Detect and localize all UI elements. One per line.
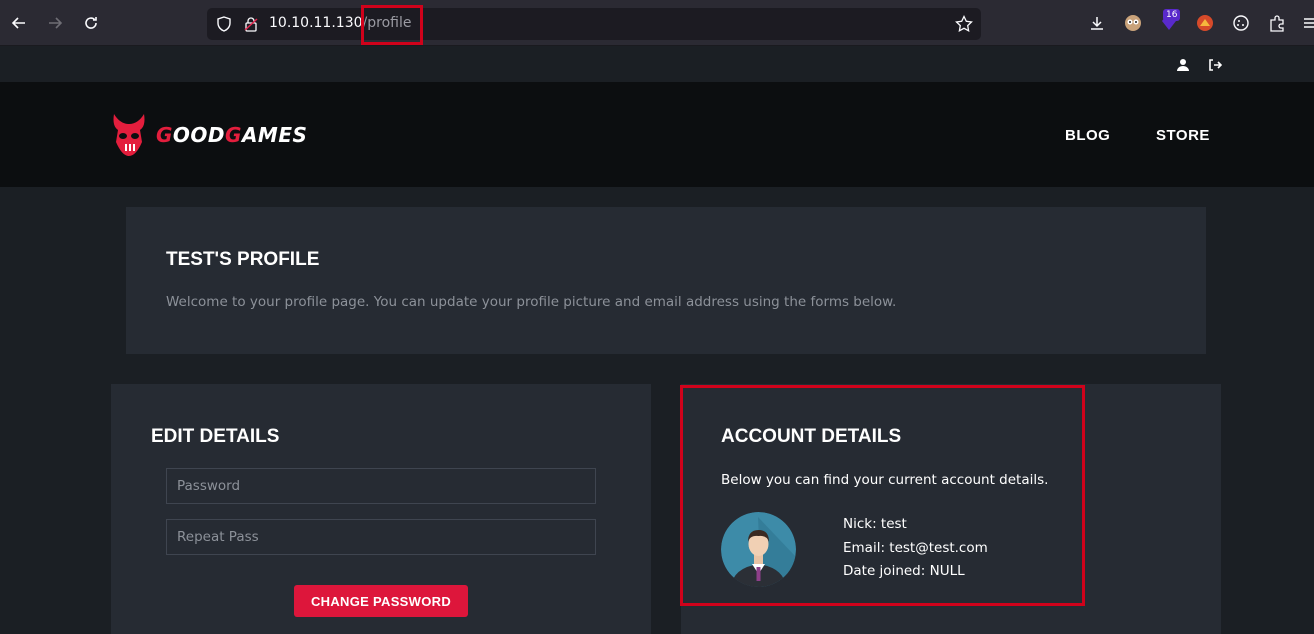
nav-store[interactable]: STORE: [1156, 127, 1210, 144]
repeat-password-field[interactable]: Repeat Pass: [166, 519, 596, 555]
extension-owl-icon[interactable]: [1123, 13, 1143, 33]
nav-blog[interactable]: BLOG: [1065, 127, 1110, 144]
lock-warning-icon[interactable]: [243, 16, 259, 36]
url-path-highlight: [361, 5, 423, 45]
forward-icon[interactable]: [44, 12, 66, 34]
repeat-password-placeholder: Repeat Pass: [177, 529, 259, 545]
user-icon[interactable]: [1176, 57, 1190, 71]
password-placeholder: Password: [177, 478, 241, 494]
back-icon[interactable]: [8, 12, 30, 34]
password-field[interactable]: Password: [166, 468, 596, 504]
extension-badge: 16: [1163, 9, 1181, 21]
reload-icon[interactable]: [80, 12, 102, 34]
site-logo[interactable]: GOODGAMES: [110, 112, 307, 158]
logo-letter-g1: G: [156, 123, 173, 147]
profile-title: TEST'S PROFILE: [166, 249, 320, 270]
shield-icon[interactable]: [216, 16, 232, 36]
logo-letter-g2: G: [225, 123, 242, 147]
download-icon[interactable]: [1087, 13, 1107, 33]
logo-ames: AMES: [241, 123, 308, 147]
change-password-button[interactable]: CHANGE PASSWORD: [294, 585, 468, 617]
logout-icon[interactable]: [1208, 57, 1223, 71]
url-host: 10.10.11.130: [269, 15, 363, 31]
address-bar[interactable]: 10.10.11.130/profile: [207, 8, 981, 40]
edit-details-title: EDIT DETAILS: [151, 426, 280, 447]
logo-text: GOODGAMES: [156, 123, 307, 147]
extensions-puzzle-icon[interactable]: [1267, 13, 1287, 33]
browser-toolbar: 10.10.11.130/profile 16: [0, 0, 1314, 46]
logo-ood: OOD: [172, 123, 226, 147]
profile-description: Welcome to your profile page. You can up…: [166, 294, 897, 310]
menu-icon[interactable]: [1300, 13, 1314, 33]
edit-details-card: EDIT DETAILS Password Repeat Pass CHANGE…: [111, 384, 651, 634]
bookmark-star-icon[interactable]: [955, 14, 973, 37]
extension-fox-icon[interactable]: [1195, 13, 1215, 33]
utility-bar: [0, 46, 1314, 82]
profile-card: TEST'S PROFILE Welcome to your profile p…: [126, 207, 1206, 354]
cookie-icon[interactable]: [1231, 13, 1251, 33]
skull-logo-icon: [113, 114, 145, 156]
account-details-highlight: [680, 385, 1085, 606]
site-header: GOODGAMES BLOG STORE: [0, 82, 1314, 187]
